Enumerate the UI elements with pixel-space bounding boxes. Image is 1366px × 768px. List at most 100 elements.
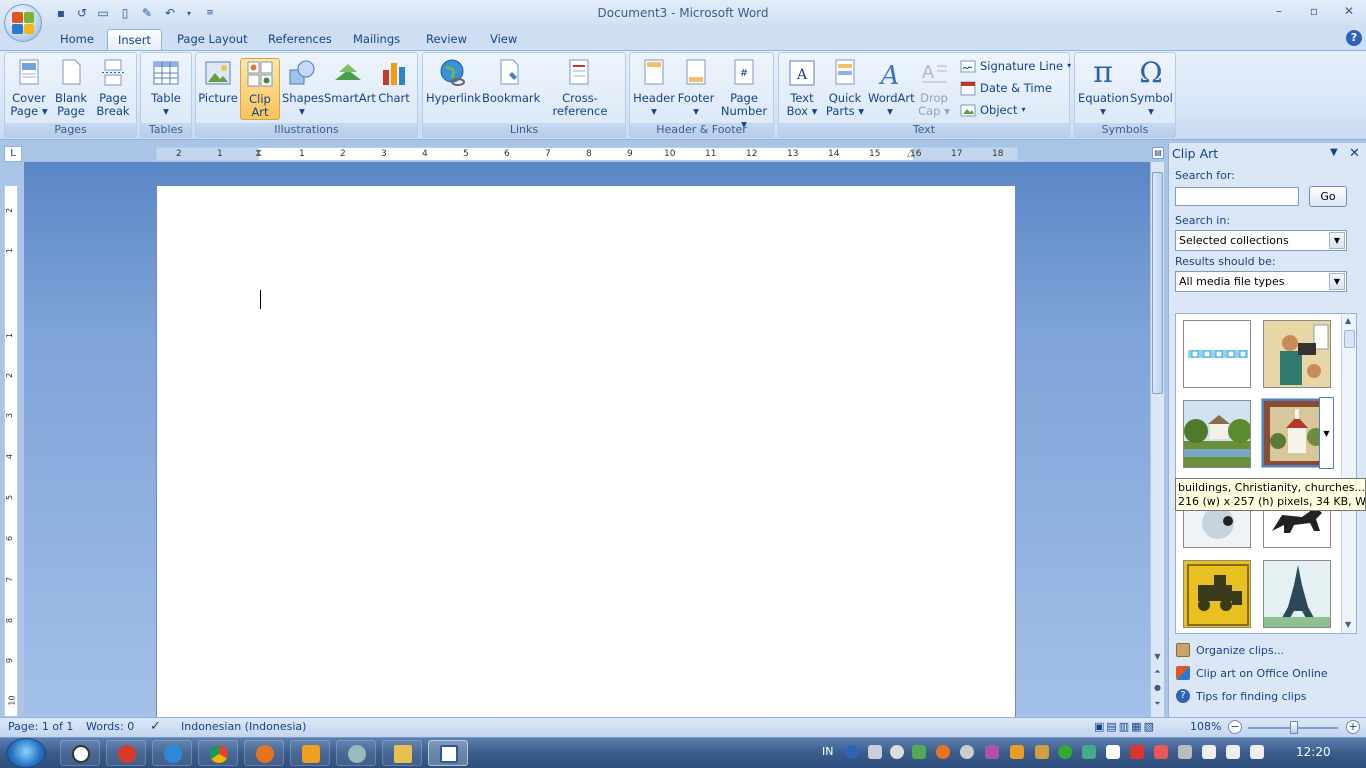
scroll-down-icon[interactable]: ▼ xyxy=(1151,652,1164,661)
tray-icon[interactable] xyxy=(936,745,950,759)
tray-icon[interactable] xyxy=(1058,745,1072,759)
taskbar-clock-app[interactable] xyxy=(60,740,100,766)
tab-view[interactable]: View xyxy=(480,29,527,50)
language-status[interactable]: Indonesian (Indonesia) xyxy=(181,720,306,733)
chevron-down-icon[interactable]: ▼ xyxy=(1329,232,1345,249)
taskbar-explorer-app[interactable] xyxy=(382,740,422,766)
cross-reference-button[interactable]: Cross-reference xyxy=(538,58,622,120)
tips-finding-clips-link[interactable]: ? Tips for finding clips xyxy=(1176,687,1307,705)
tray-icon[interactable] xyxy=(1035,745,1049,759)
taskbar-ie-app[interactable] xyxy=(152,740,192,766)
go-button[interactable]: Go xyxy=(1309,186,1347,207)
tray-icon[interactable] xyxy=(1082,745,1096,759)
clip-art-search-input[interactable] xyxy=(1175,187,1299,206)
tray-volume-icon[interactable] xyxy=(1226,745,1240,759)
proofing-check-icon[interactable]: ✓ xyxy=(150,719,161,734)
tab-references[interactable]: References xyxy=(258,29,342,50)
taskbar-word-app[interactable] xyxy=(428,740,468,766)
table-button[interactable]: Table ▾ xyxy=(144,58,188,120)
clip-thumbnail[interactable] xyxy=(1183,560,1251,628)
object-button[interactable]: Object ▾ xyxy=(960,100,1025,120)
results-scroll-down-icon[interactable]: ▼ xyxy=(1345,620,1351,629)
pane-close-icon[interactable]: ✕ xyxy=(1349,146,1360,161)
results-scroll-up-icon[interactable]: ▲ xyxy=(1345,316,1351,325)
horizontal-ruler[interactable]: 2 1 1 2 3 4 5 6 7 8 9 10 11 12 13 14 15 … xyxy=(156,147,1018,161)
tray-icon[interactable] xyxy=(1154,745,1168,759)
clip-thumbnail[interactable] xyxy=(1263,320,1331,388)
page-number-button[interactable]: # Page Number ▾ xyxy=(718,58,770,131)
symbol-button[interactable]: Ω Symbol ▾ xyxy=(1130,58,1173,120)
tray-icon[interactable] xyxy=(1178,745,1192,759)
results-scrollbar[interactable]: ▲ ▼ xyxy=(1341,314,1356,633)
view-ruler-icon[interactable]: ▤ xyxy=(1152,147,1164,159)
input-language[interactable]: IN xyxy=(822,745,833,758)
equation-button[interactable]: π Equation ▾ xyxy=(1078,58,1129,120)
taskbar-chrome-app[interactable] xyxy=(198,740,238,766)
tray-icon[interactable] xyxy=(985,745,999,759)
hyperlink-button[interactable]: Hyperlink xyxy=(426,58,481,120)
results-type-select[interactable]: All media file types ▼ xyxy=(1175,271,1347,292)
tray-network-icon[interactable] xyxy=(1250,745,1264,759)
taskbar-clock[interactable]: 12:20 xyxy=(1296,745,1331,759)
chevron-down-icon[interactable]: ▼ xyxy=(1329,273,1345,290)
text-box-button[interactable]: A Text Box ▾ xyxy=(782,58,822,120)
shapes-button[interactable]: Shapes ▾ xyxy=(282,58,324,120)
browse-object-icon[interactable]: ● xyxy=(1151,683,1164,692)
pane-options-icon[interactable]: ▼ xyxy=(1330,147,1338,158)
clip-art-button[interactable]: Clip Art xyxy=(240,58,280,120)
tab-page-layout[interactable]: Page Layout xyxy=(167,29,258,50)
page-count[interactable]: Page: 1 of 1 xyxy=(8,720,73,733)
tab-mailings[interactable]: Mailings xyxy=(343,29,410,50)
tray-icon[interactable] xyxy=(912,745,926,759)
results-scrollbar-thumb[interactable] xyxy=(1344,330,1355,348)
tray-icon[interactable] xyxy=(960,745,974,759)
clip-thumbnail[interactable] xyxy=(1263,560,1331,628)
tray-icon[interactable] xyxy=(1010,745,1024,759)
zoom-level[interactable]: 108% xyxy=(1190,720,1221,733)
start-button[interactable] xyxy=(6,738,46,768)
smartart-button[interactable]: SmartArt xyxy=(324,58,376,120)
taskbar-media-app[interactable] xyxy=(290,740,330,766)
minimize-icon[interactable]: – xyxy=(1266,2,1292,20)
document-scrollbar[interactable]: ▲ ▼ ⏶ ● ⏷ xyxy=(1150,148,1164,717)
close-icon[interactable]: ✕ xyxy=(1336,2,1362,20)
tray-flag-icon[interactable] xyxy=(1106,745,1120,759)
indent-marker-icon[interactable]: ⧗ xyxy=(255,148,262,159)
tray-help-icon[interactable] xyxy=(845,745,859,759)
tab-selector[interactable]: L xyxy=(4,146,22,162)
blank-page-button[interactable]: Blank Page xyxy=(52,58,90,120)
chart-button[interactable]: Chart xyxy=(374,58,414,120)
tab-insert[interactable]: Insert xyxy=(107,29,162,50)
header-button[interactable]: Header ▾ xyxy=(633,58,675,120)
help-icon[interactable]: ? xyxy=(1346,30,1362,46)
next-page-icon[interactable]: ⏷ xyxy=(1151,699,1164,709)
bookmark-button[interactable]: Bookmark xyxy=(482,58,540,120)
right-indent-marker-icon[interactable]: △ xyxy=(907,148,915,159)
taskbar-firefox-app[interactable] xyxy=(244,740,284,766)
clip-art-online-link[interactable]: Clip art on Office Online xyxy=(1176,664,1328,682)
zoom-slider-knob[interactable] xyxy=(1290,721,1298,734)
quick-parts-button[interactable]: Quick Parts ▾ xyxy=(824,58,866,120)
page-break-button[interactable]: Page Break xyxy=(93,58,133,120)
signature-line-button[interactable]: Signature Line ▾ xyxy=(960,56,1071,76)
view-buttons-icon[interactable]: ▣▤▥▦▧ xyxy=(1094,720,1156,733)
tray-icon[interactable] xyxy=(1202,745,1216,759)
word-count[interactable]: Words: 0 xyxy=(86,720,134,733)
maximize-icon[interactable]: ▫ xyxy=(1301,2,1327,20)
tray-icon[interactable] xyxy=(890,745,904,759)
taskbar-pin-app[interactable] xyxy=(106,740,146,766)
search-in-select[interactable]: Selected collections ▼ xyxy=(1175,230,1347,251)
thumbnail-dropdown-icon[interactable]: ▼ xyxy=(1319,397,1334,469)
tab-home[interactable]: Home xyxy=(50,29,104,50)
zoom-out-button[interactable]: − xyxy=(1228,720,1242,734)
cover-page-button[interactable]: Cover Page ▾ xyxy=(8,58,50,120)
tray-icon[interactable] xyxy=(868,745,882,759)
clip-thumbnail[interactable] xyxy=(1183,320,1251,388)
zoom-in-button[interactable]: + xyxy=(1346,720,1360,734)
taskbar-paint-app[interactable] xyxy=(336,740,376,766)
clip-thumbnail[interactable] xyxy=(1183,400,1251,468)
wordart-button[interactable]: A WordArt ▾ xyxy=(868,58,915,120)
vertical-ruler[interactable]: 2 1 1 2 3 4 5 6 7 8 9 10 xyxy=(4,185,18,717)
document-page[interactable] xyxy=(156,185,1016,725)
scrollbar-thumb[interactable] xyxy=(1152,172,1163,394)
